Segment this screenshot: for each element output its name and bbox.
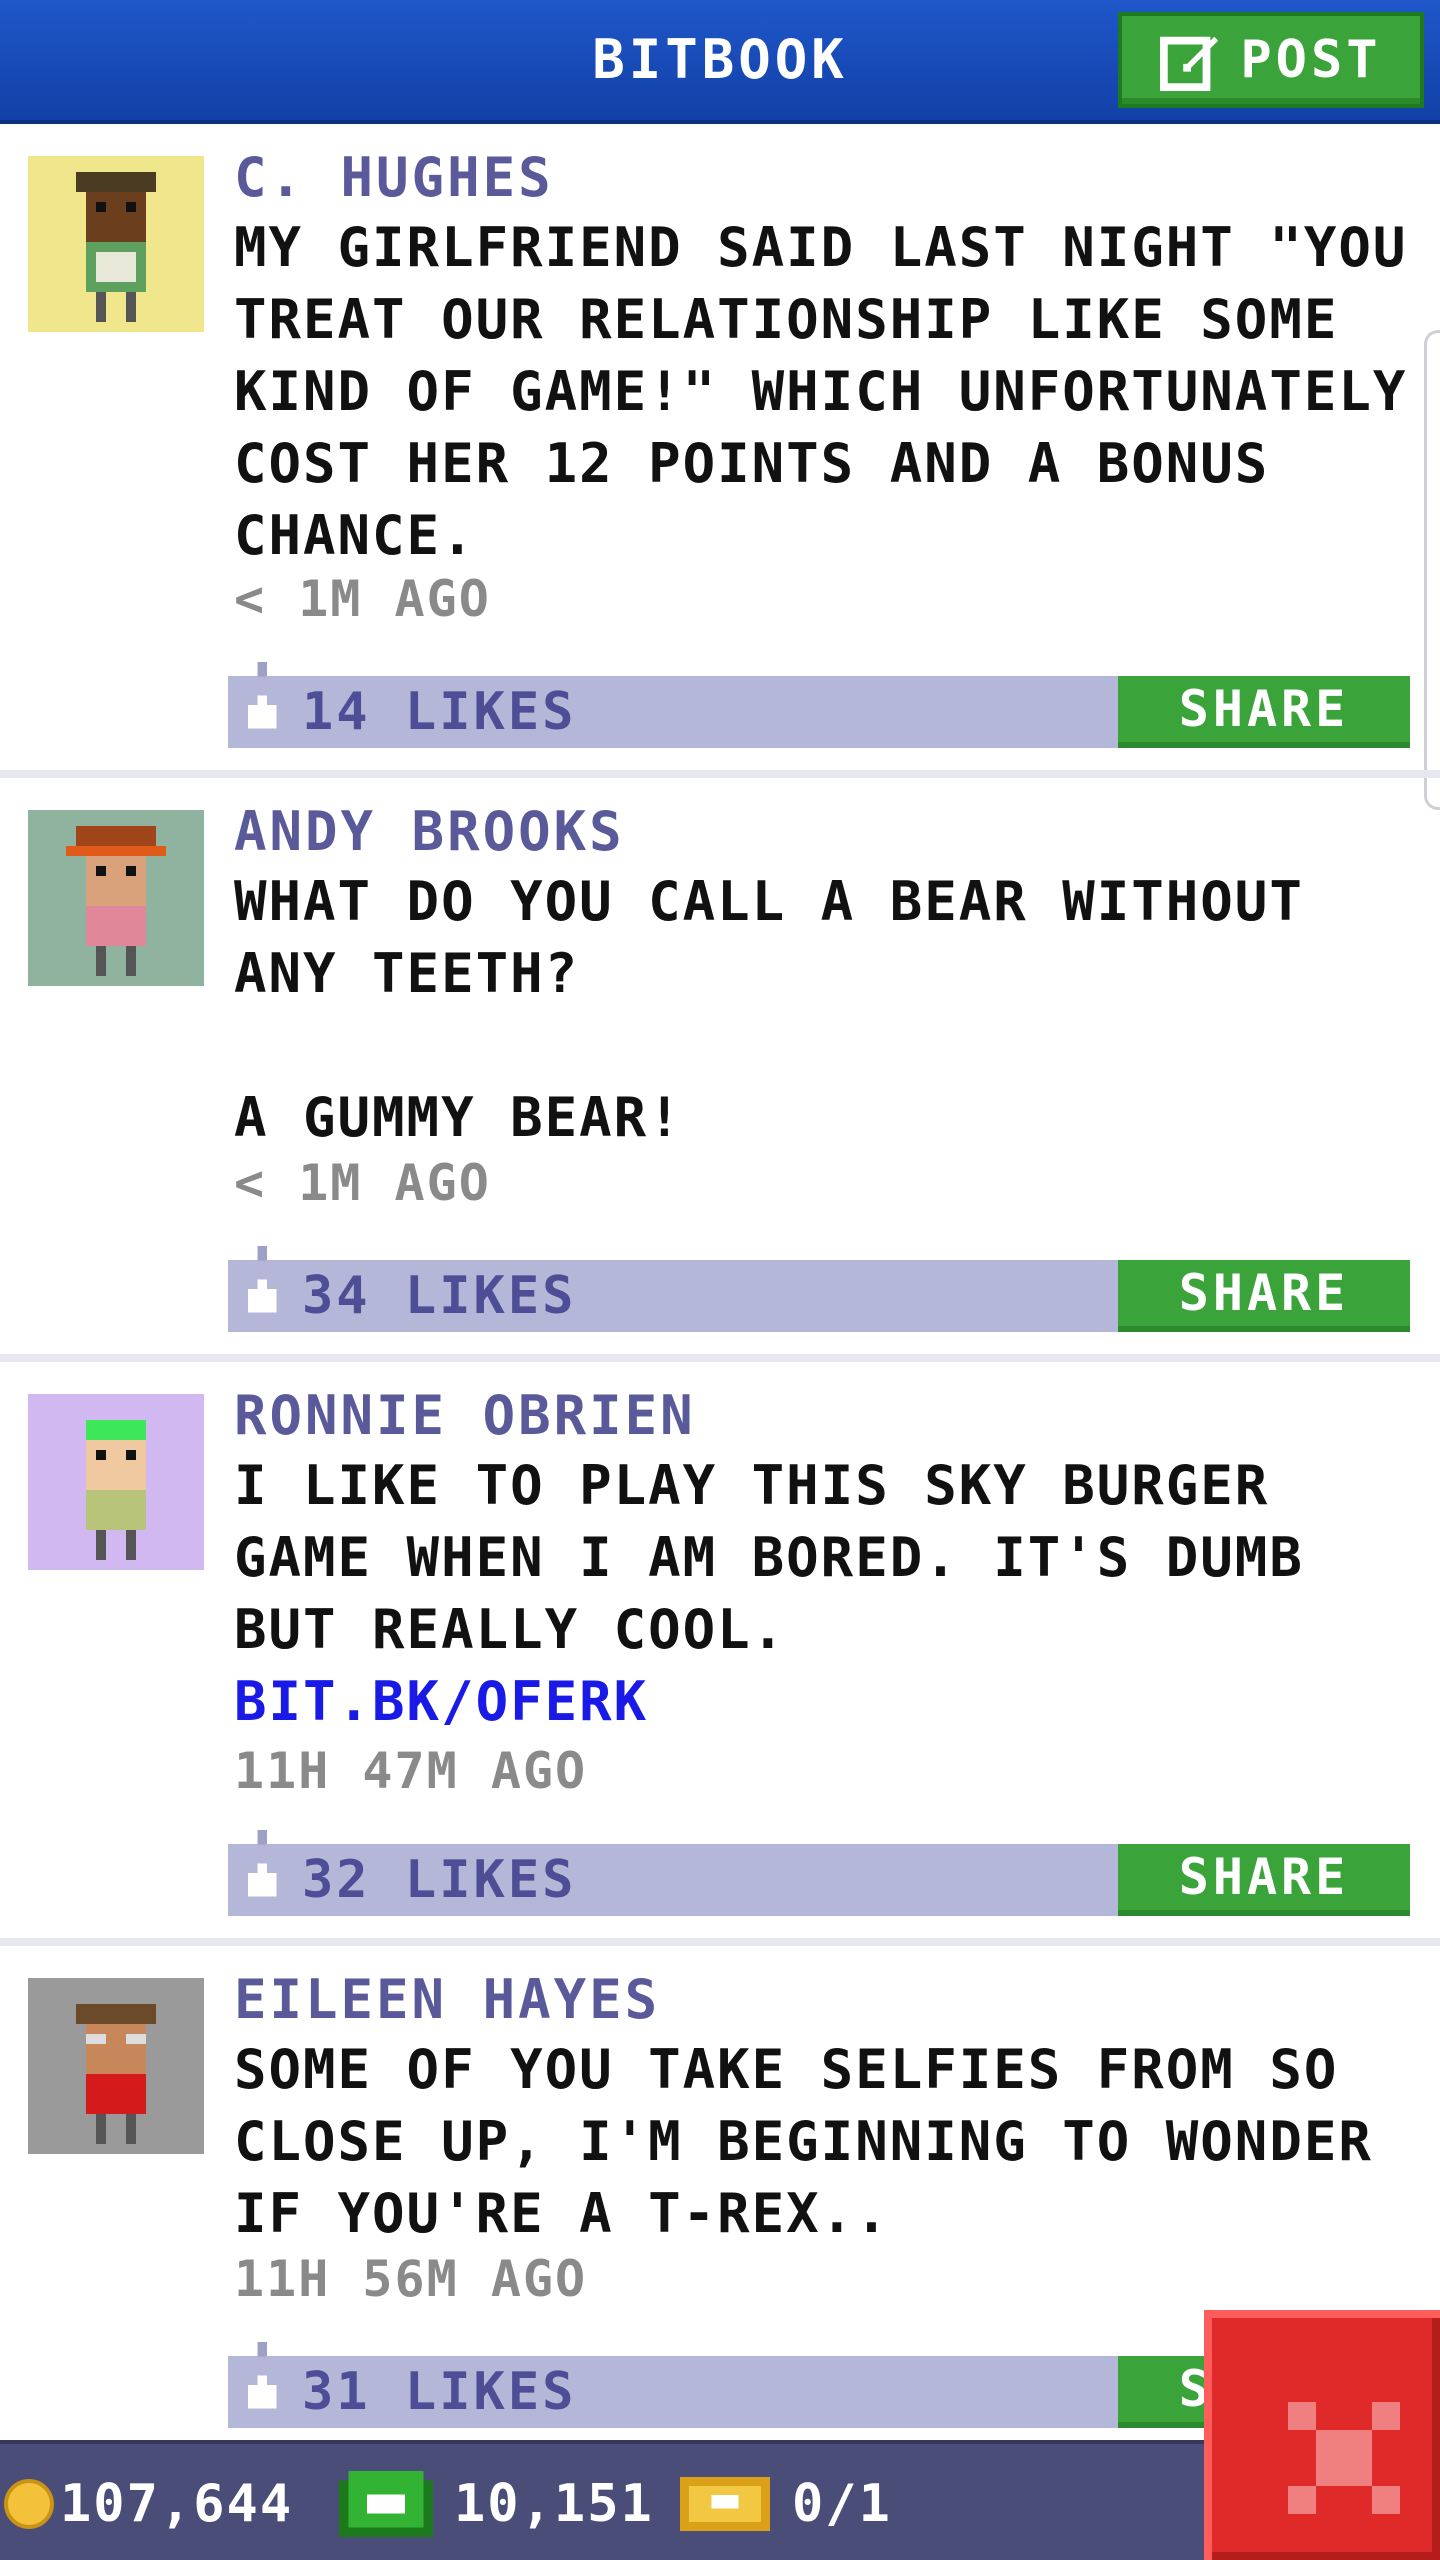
thumbs-up-icon[interactable]	[242, 2342, 282, 2418]
like-bar: 32 LIKES SHARE	[228, 1830, 1410, 1916]
feed-post: RONNIE OBRIEN I LIKE TO PLAY THIS SKY BU…	[0, 1362, 1440, 1942]
post-time: < 1M AGO	[234, 570, 491, 628]
likes-count: 31 LIKES	[302, 2362, 577, 2422]
post-author[interactable]: EILEEN HAYES	[234, 1968, 660, 2031]
share-button[interactable]: SHARE	[1118, 1260, 1410, 1332]
avatar[interactable]	[28, 1394, 204, 1570]
tickets-value: 0/1	[792, 2474, 892, 2534]
close-button[interactable]	[1204, 2310, 1440, 2560]
share-button[interactable]: SHARE	[1118, 1844, 1410, 1916]
share-button[interactable]: SHARE	[1118, 676, 1410, 748]
compose-icon	[1160, 36, 1219, 91]
post-author[interactable]: ANDY BROOKS	[234, 800, 625, 863]
post-button[interactable]: POST	[1118, 12, 1424, 108]
bux-value: 10,151	[454, 2474, 654, 2534]
avatar[interactable]	[28, 156, 204, 332]
ticket-icon	[680, 2477, 770, 2531]
post-time: 11H 47M AGO	[234, 1742, 588, 1800]
avatar[interactable]	[28, 1978, 204, 2154]
divider	[0, 1354, 1440, 1362]
feed-post: C. HUGHES MY GIRLFRIEND SAID LAST NIGHT …	[0, 124, 1440, 774]
tickets-display: 0/1	[680, 2444, 892, 2560]
avatar[interactable]	[28, 810, 204, 986]
post-text: MY GIRLFRIEND SAID LAST NIGHT "YOU TREAT…	[234, 216, 1440, 567]
post-time: < 1M AGO	[234, 1154, 491, 1212]
divider	[0, 770, 1440, 778]
person-avatar-icon	[86, 1420, 146, 1560]
bux-display: 10,151	[338, 2444, 654, 2560]
person-avatar-icon	[66, 826, 166, 976]
coin-icon	[4, 2479, 54, 2529]
likes-count: 34 LIKES	[302, 1266, 577, 1326]
post-link[interactable]: BIT.BK/OFERK	[234, 1670, 648, 1733]
post-author[interactable]: RONNIE OBRIEN	[234, 1384, 696, 1447]
post-time: 11H 56M AGO	[234, 2250, 588, 2308]
divider	[0, 1938, 1440, 1946]
person-avatar-icon	[76, 2004, 156, 2144]
post-button-label: POST	[1240, 30, 1382, 90]
thumbs-up-icon[interactable]	[242, 662, 282, 738]
header-bar: BITBOOK POST	[0, 0, 1440, 124]
post-author[interactable]: C. HUGHES	[234, 146, 554, 209]
post-text: SOME OF YOU TAKE SELFIES FROM SO CLOSE U…	[234, 2038, 1408, 2245]
bux-icon	[338, 2471, 434, 2537]
like-bar: 14 LIKES SHARE	[228, 662, 1410, 748]
close-icon	[1288, 2402, 1400, 2514]
thumbs-up-icon[interactable]	[242, 1246, 282, 1322]
like-bar: 34 LIKES SHARE	[228, 1246, 1410, 1332]
post-text: I LIKE TO PLAY THIS SKY BURGER GAME WHEN…	[234, 1454, 1339, 1661]
likes-count: 32 LIKES	[302, 1850, 577, 1910]
person-avatar-icon	[76, 172, 156, 322]
coins-value: 107,644	[60, 2474, 294, 2534]
likes-count: 14 LIKES	[302, 682, 577, 742]
coins-display: 107,644	[4, 2444, 293, 2560]
post-text: WHAT DO YOU CALL A BEAR WITHOUT ANY TEET…	[234, 870, 1304, 1149]
feed-post: ANDY BROOKS WHAT DO YOU CALL A BEAR WITH…	[0, 778, 1440, 1358]
thumbs-up-icon[interactable]	[242, 1830, 282, 1906]
